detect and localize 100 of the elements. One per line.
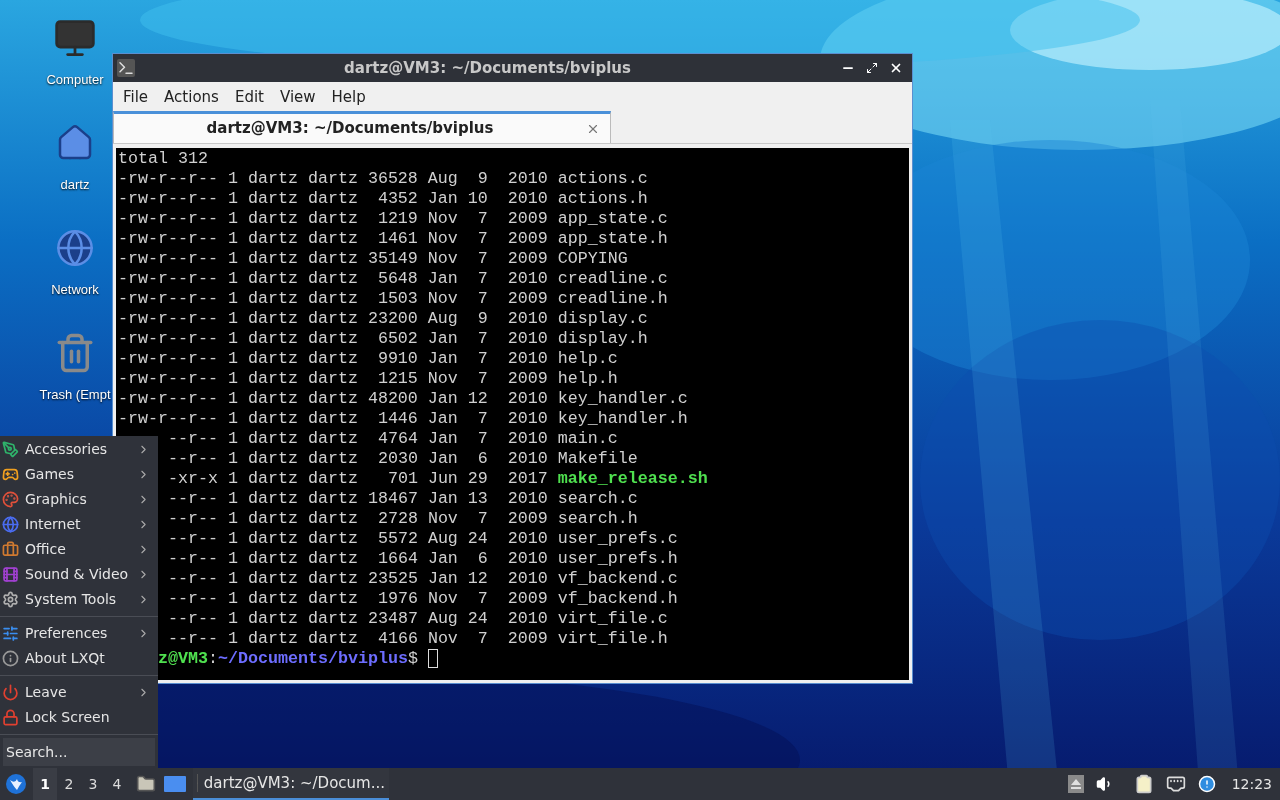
menu-item[interactable]: Help (323, 85, 374, 109)
file-name: user_prefs.c (557, 529, 678, 549)
start-menu-item[interactable]: Preferences (0, 621, 158, 646)
desktop-icon-label[interactable]: Network (51, 280, 99, 300)
file-name: search.c (557, 489, 638, 509)
file-details: -rw-r--r-- 1 dartz dartz 1461 Nov 7 2009 (118, 229, 549, 249)
gear-icon (2, 591, 19, 608)
file-details: --r-- 1 dartz dartz 1976 Nov 7 2009 (168, 589, 549, 609)
power-icon (2, 684, 19, 701)
file-name: COPYING (557, 249, 628, 269)
file-details: -rw-r--r-- 1 dartz dartz 36528 Aug 9 2010 (118, 169, 549, 189)
file-name: help.c (557, 349, 618, 369)
prompt-user-host: z@VM3 (158, 649, 208, 669)
palette-icon (2, 491, 19, 508)
file-name: app_state.c (557, 209, 668, 229)
file-details: --r-- 1 dartz dartz 2728 Nov 7 2009 (168, 509, 549, 529)
file-details: -rw-r--r-- 1 dartz dartz 9910 Jan 7 2010 (118, 349, 549, 369)
file-name: display.c (557, 309, 648, 329)
terminal-line: total 312 (118, 149, 209, 169)
start-menu-item[interactable]: Lock Screen (0, 705, 158, 730)
workspace-button[interactable]: 4 (105, 768, 129, 800)
menu-item[interactable]: File (115, 85, 157, 109)
prompt-sign: $ (407, 649, 418, 669)
file-details: --r-- 1 dartz dartz 23487 Aug 24 2010 (168, 609, 549, 629)
file-name: display.h (557, 329, 648, 349)
file-name: make_release.sh (557, 469, 708, 489)
film-icon (2, 566, 19, 583)
file-name: actions.h (557, 189, 648, 209)
workspace-button[interactable]: 3 (81, 768, 105, 800)
file-details: -rw-r--r-- 1 dartz dartz 23200 Aug 9 2010 (118, 309, 549, 329)
prompt-path: ~/Documents/bviplus (218, 649, 408, 669)
lock-icon (2, 709, 19, 726)
maximize-icon (866, 62, 878, 74)
file-name: actions.c (557, 169, 648, 189)
start-menu-item[interactable]: Leave (0, 680, 158, 705)
start-menu-item[interactable]: Internet (0, 512, 158, 537)
info-icon (2, 650, 19, 667)
menu-item[interactable]: Edit (226, 85, 272, 109)
close-icon (889, 61, 903, 75)
file-name: help.h (557, 369, 618, 389)
file-details: --r-- 1 dartz dartz 4166 Nov 7 2009 (168, 629, 549, 649)
file-details: -rw-r--r-- 1 dartz dartz 35149 Nov 7 2009 (118, 249, 549, 269)
desktop-icon-label[interactable]: dartz (60, 175, 90, 195)
file-name: key_handler.h (557, 409, 688, 429)
clock[interactable]: 12:23 (1231, 773, 1272, 795)
notification-icon[interactable] (1197, 775, 1216, 793)
maximize-button[interactable] (864, 60, 880, 76)
start-menu-item[interactable]: System Tools (0, 587, 158, 612)
file-details: --r-- 1 dartz dartz 18467 Jan 13 2010 (168, 489, 549, 509)
sliders-icon (2, 625, 19, 642)
folder-icon (136, 774, 156, 794)
file-name: key_handler.c (557, 389, 688, 409)
desktop-icon-label[interactable]: Trash (Empt (39, 385, 111, 405)
file-details: --r-- 1 dartz dartz 4764 Jan 7 2010 (168, 429, 549, 449)
terminal-tab[interactable]: dartz@VM3: ~/Documents/bviplus (113, 111, 611, 143)
file-details: -rw-r--r-- 1 dartz dartz 1219 Nov 7 2009 (118, 209, 549, 229)
file-details: -rw-r--r-- 1 dartz dartz 1503 Nov 7 2009 (118, 289, 549, 309)
tab-title: dartz@VM3: ~/Documents/bviplus (205, 118, 495, 140)
workspace-button[interactable]: 1 (33, 768, 57, 800)
file-name: main.c (557, 429, 618, 449)
start-menu-item[interactable]: Sound & Video (0, 562, 158, 587)
file-details: -rw-r--r-- 1 dartz dartz 1215 Nov 7 2009 (118, 369, 549, 389)
prompt-separator: : (208, 649, 218, 669)
globe-icon (2, 516, 19, 533)
file-name: virt_file.c (557, 609, 668, 629)
ethernet-icon[interactable] (1165, 774, 1186, 794)
start-menu-item[interactable]: Accessories (0, 437, 158, 462)
briefcase-icon (2, 541, 19, 558)
menu-item[interactable]: View (271, 85, 324, 109)
eject-icon[interactable] (1067, 775, 1084, 793)
file-name: Makefile (557, 449, 638, 469)
file-details: --r-- 1 dartz dartz 1664 Jan 6 2010 (168, 549, 549, 569)
file-name: creadline.c (557, 269, 668, 289)
desktop-icon (164, 776, 186, 792)
start-menu-item[interactable]: Office (0, 537, 158, 562)
menu-item[interactable]: Actions (156, 85, 227, 109)
file-details: --r-- 1 dartz dartz 23525 Jan 12 2010 (168, 569, 549, 589)
file-details: -rw-r--r-- 1 dartz dartz 1446 Jan 7 2010 (118, 409, 549, 429)
start-menu-item[interactable]: About LXQt (0, 646, 158, 671)
file-details: -rw-r--r-- 1 dartz dartz 48200 Jan 12 2010 (118, 389, 549, 409)
task-button[interactable]: dartz@VM3: ~/Docum... (193, 768, 389, 800)
file-details: -rw-r--r-- 1 dartz dartz 6502 Jan 7 2010 (118, 329, 549, 349)
file-name: search.h (557, 509, 638, 529)
file-details: --r-- 1 dartz dartz 2030 Jan 6 2010 (168, 449, 549, 469)
file-details: -xr-x 1 dartz dartz 701 Jun 29 2017 (168, 469, 549, 489)
file-name: vf_backend.c (557, 569, 678, 589)
start-menu-item[interactable]: Games (0, 462, 158, 487)
file-details: --r-- 1 dartz dartz 5572 Aug 24 2010 (168, 529, 549, 549)
accessories-icon (2, 441, 19, 458)
gamepad-icon (2, 466, 19, 483)
file-details: -rw-r--r-- 1 dartz dartz 4352 Jan 10 2010 (118, 189, 549, 209)
window-title: dartz@VM3: ~/Documents/bviplus (343, 57, 632, 79)
search-field[interactable]: Search... (3, 738, 155, 766)
text-cursor (427, 649, 438, 668)
file-name: app_state.h (557, 229, 668, 249)
file-name: virt_file.h (557, 629, 668, 649)
file-details: -rw-r--r-- 1 dartz dartz 5648 Jan 7 2010 (118, 269, 549, 289)
file-name: vf_backend.h (557, 589, 678, 609)
start-menu-item[interactable]: Graphics (0, 487, 158, 512)
workspace-button[interactable]: 2 (57, 768, 81, 800)
